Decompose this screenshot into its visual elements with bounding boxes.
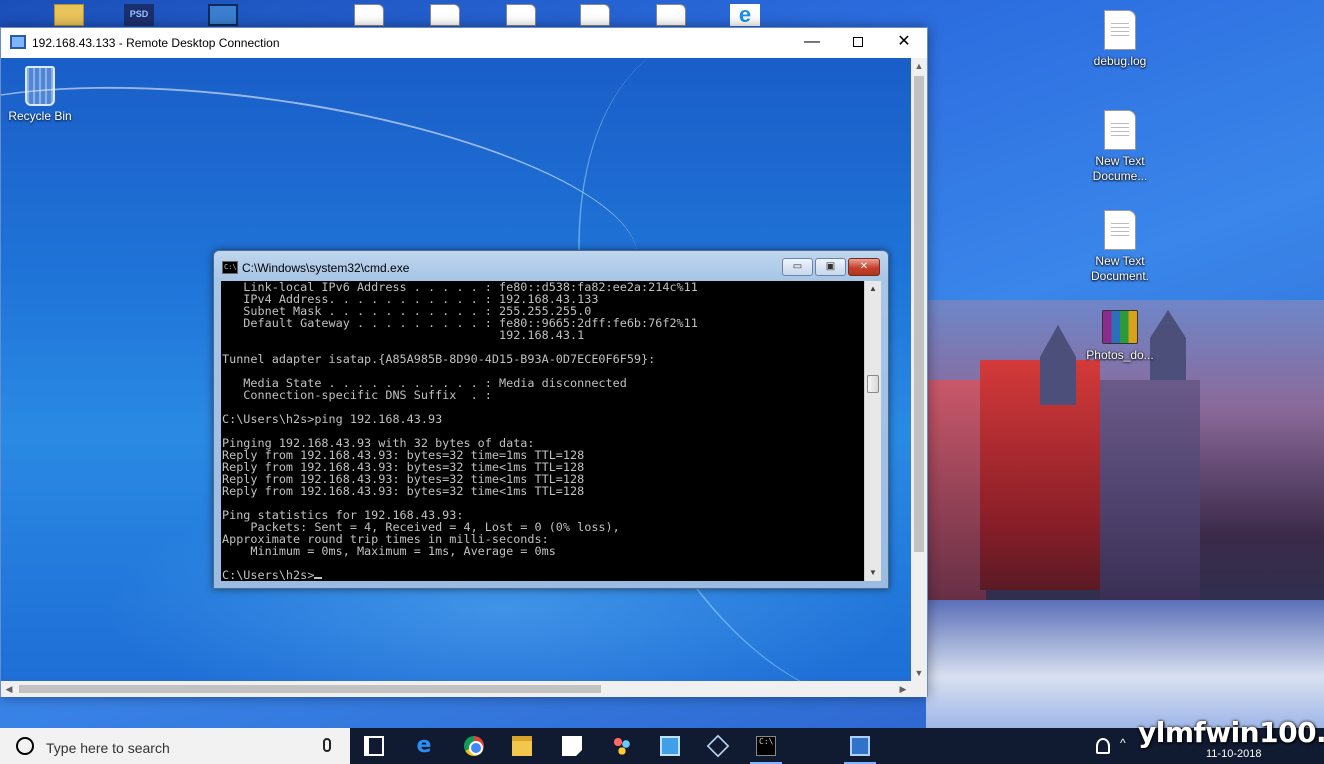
scroll-up-arrow-icon[interactable]: ▲ (865, 281, 881, 297)
virtualbox-icon (706, 734, 730, 758)
text-file-icon (1104, 10, 1136, 50)
chrome-icon (464, 736, 484, 756)
show-hidden-icons-button[interactable]: ^ (1120, 736, 1126, 750)
remote-app-button[interactable] (646, 728, 694, 764)
desktop-icon-label: New Text Document. (1090, 254, 1150, 283)
console-line: C:\Users\h2s>ping 192.168.43.93 (222, 412, 443, 426)
psd-icon[interactable]: PSD (124, 4, 154, 26)
ie-icon[interactable]: e (730, 4, 760, 26)
console-line: Connection-specific DNS Suffix . : (222, 388, 492, 402)
wallpaper-snow (926, 600, 1324, 728)
taskbar-search-box[interactable]: Type here to search (0, 728, 350, 764)
cmd-icon: C:\ (222, 261, 238, 274)
maximize-button[interactable] (835, 28, 881, 58)
scroll-thumb[interactable] (914, 76, 924, 552)
cmd-console[interactable]: Link-local IPv6 Address . . . . . : fe80… (221, 281, 864, 581)
document-icon[interactable] (506, 4, 536, 26)
taskbar: Type here to search e C:\ ^ 11-10-2018 (0, 728, 1324, 764)
scroll-thumb[interactable] (19, 685, 601, 693)
console-cursor (314, 577, 323, 579)
desktop-icon-label: New Text Docume... (1092, 154, 1148, 183)
watermark-text: ylmfwin100.com (1138, 716, 1324, 749)
scroll-right-arrow-icon[interactable]: ▶ (895, 681, 911, 697)
remote-desktop-icon (10, 35, 26, 49)
recycle-bin-icon (25, 66, 55, 106)
document-icon[interactable] (430, 4, 460, 26)
cmd-maximize-button[interactable]: ▣ (815, 258, 846, 276)
scroll-thumb[interactable] (867, 375, 879, 393)
cmd-minimize-button[interactable]: ▭ (782, 258, 813, 276)
rdp-window-title: 192.168.43.133 - Remote Desktop Connecti… (32, 36, 280, 50)
cmd-icon: C:\ (756, 736, 776, 756)
remote-desktop-window[interactable]: 192.168.43.133 - Remote Desktop Connecti… (0, 27, 928, 697)
desktop-icon-label: debug.log (1093, 54, 1147, 68)
paint-button[interactable] (598, 728, 646, 764)
desktop-icon-photos-archive[interactable]: Photos_do... (1080, 310, 1160, 363)
cmd-window[interactable]: C:\ C:\Windows\system32\cmd.exe ▭ ▣ ✕ Li… (213, 250, 889, 589)
rdp-vertical-scrollbar[interactable]: ▲ ▼ (911, 58, 927, 681)
search-placeholder: Type here to search (46, 740, 170, 756)
task-view-button[interactable] (350, 728, 398, 764)
text-file-icon (1104, 110, 1136, 150)
wallpaper-building (926, 380, 986, 630)
desktop-icon-label: Photos_do... (1086, 348, 1154, 362)
chrome-button[interactable] (450, 728, 498, 764)
remote-desktop-icon (850, 736, 870, 756)
scroll-left-arrow-icon[interactable]: ◀ (1, 681, 17, 697)
cmd-window-title: C:\Windows\system32\cmd.exe (242, 261, 410, 275)
sticky-notes-button[interactable] (548, 728, 596, 764)
taskbar-date[interactable]: 11-10-2018 (1206, 748, 1261, 760)
remote-desktop-taskbar-button[interactable] (836, 728, 884, 764)
desktop-icon-debug-log[interactable]: debug.log (1080, 10, 1160, 69)
scroll-up-arrow-icon[interactable]: ▲ (911, 58, 927, 74)
task-view-icon (364, 736, 384, 756)
text-file-icon (1104, 210, 1136, 250)
folder-icon[interactable] (54, 4, 84, 26)
console-line: 192.168.43.1 (222, 328, 585, 342)
desktop-icon-new-text-document-2[interactable]: New Text Document. (1080, 210, 1160, 284)
document-icon[interactable] (354, 4, 384, 26)
microphone-icon[interactable] (323, 738, 331, 752)
monitor-icon[interactable] (208, 4, 238, 26)
document-icon[interactable] (656, 4, 686, 26)
desktop-icon-new-text-document[interactable]: New Text Docume... (1080, 110, 1160, 184)
maximize-icon (853, 36, 863, 47)
virtualbox-button[interactable] (694, 728, 742, 764)
edge-icon: e (416, 733, 432, 758)
cortana-icon (16, 737, 34, 755)
rdp-horizontal-scrollbar[interactable]: ◀ ▶ (1, 681, 911, 697)
edge-button[interactable]: e (400, 728, 448, 764)
document-icon[interactable] (580, 4, 610, 26)
scroll-down-arrow-icon[interactable]: ▼ (911, 665, 927, 681)
rdp-titlebar[interactable]: 192.168.43.133 - Remote Desktop Connecti… (1, 28, 927, 58)
cmd-taskbar-button[interactable]: C:\ (742, 728, 790, 764)
wallpaper-building (1100, 380, 1200, 600)
console-line: Reply from 192.168.43.93: bytes=32 time<… (222, 484, 585, 498)
cmd-close-button[interactable]: ✕ (848, 258, 880, 276)
close-button[interactable]: ✕ (881, 28, 927, 58)
sticky-notes-icon (562, 736, 582, 756)
file-explorer-button[interactable] (498, 728, 546, 764)
file-explorer-icon (512, 736, 532, 756)
paint-icon (612, 736, 632, 756)
minimize-button[interactable]: — (789, 28, 835, 58)
scrollbar-corner (911, 681, 927, 697)
scroll-down-arrow-icon[interactable]: ▼ (865, 565, 881, 581)
remote-desktop-viewport[interactable]: Recycle Bin C:\ C:\Windows\system32\cmd.… (1, 58, 911, 681)
people-icon[interactable] (1096, 738, 1110, 754)
console-prompt: C:\Users\h2s> (222, 568, 315, 581)
winrar-archive-icon (1102, 310, 1138, 344)
recycle-bin-label: Recycle Bin (8, 109, 72, 123)
console-output: Link-local IPv6 Address . . . . . : fe80… (221, 281, 864, 581)
remote-app-icon (660, 736, 680, 756)
recycle-bin[interactable]: Recycle Bin (5, 66, 75, 123)
console-line: Tunnel adapter isatap.{A85A985B-8D90-4D1… (222, 352, 656, 366)
console-line: Minimum = 0ms, Maximum = 1ms, Average = … (222, 544, 556, 558)
cmd-scrollbar[interactable]: ▲ ▼ (864, 281, 881, 581)
